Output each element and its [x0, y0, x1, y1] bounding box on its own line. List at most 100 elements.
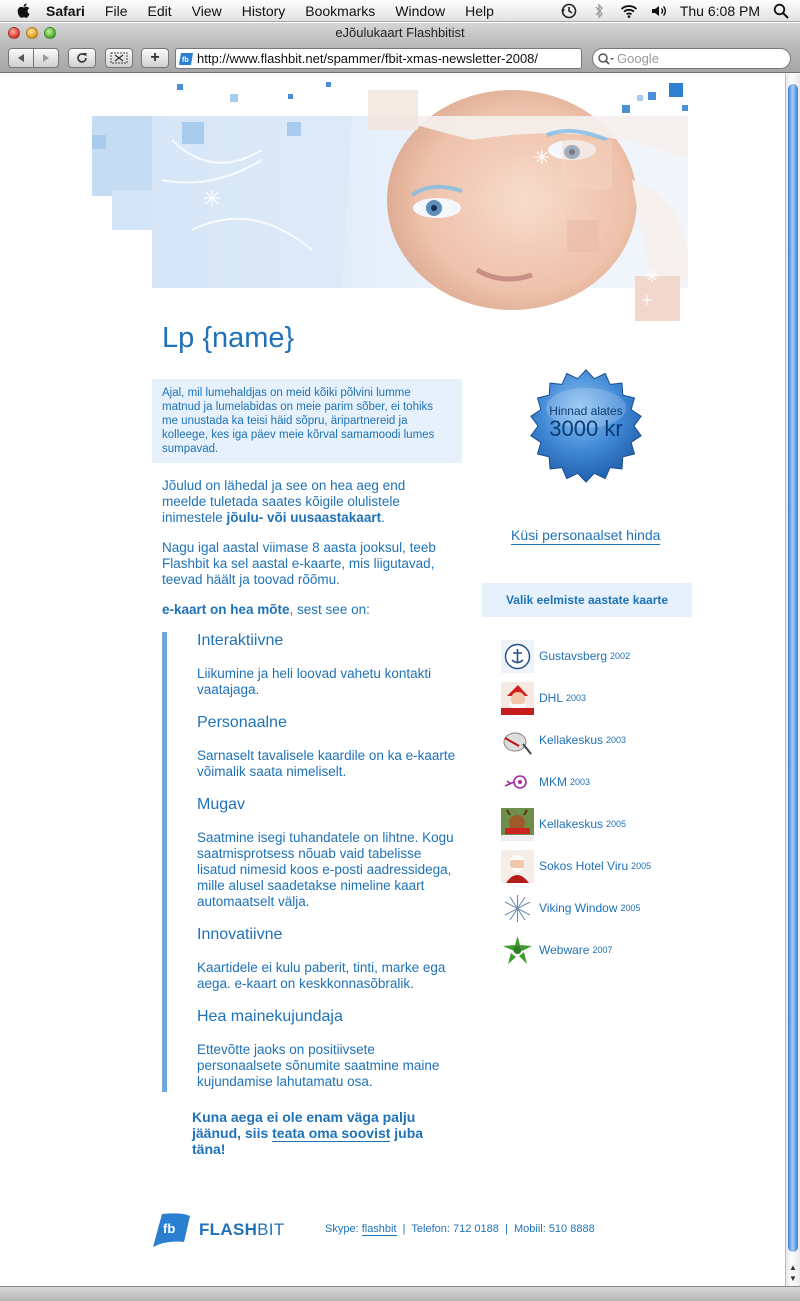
- feature-desc-reputation: Ettevõtte jaoks on positiivsete personaa…: [197, 1042, 440, 1089]
- card-link-dhl-2003[interactable]: DHL 2003: [501, 681, 586, 715]
- card-name: Webware: [539, 943, 590, 957]
- reload-icon: [77, 52, 87, 63]
- call-to-action: Kuna aega ei ole enam väga palju jäänud,…: [192, 1109, 452, 1157]
- santa-thumbnail-icon: [501, 681, 534, 715]
- greeting-heading: Lp {name}: [162, 322, 295, 354]
- menubar-clock[interactable]: Thu 6:08 PM: [680, 3, 760, 19]
- reload-button[interactable]: [68, 47, 96, 68]
- card-link-kellakeskus-2003[interactable]: Kellakeskus 2003: [501, 723, 626, 757]
- flashbit-logo-icon: fb: [153, 1213, 190, 1247]
- feature-title-innovative: Innovatiivne: [197, 926, 283, 943]
- flashbit-logo[interactable]: fb FLASHBIT: [152, 1212, 285, 1248]
- feature-desc-convenient: Saatmine isegi tuhandatele on lihtne. Ko…: [197, 830, 454, 909]
- skype-link[interactable]: flashbit: [361, 1223, 397, 1236]
- feature-desc-personal: Sarnaselt tavalisele kaardile on ka e-ka…: [197, 748, 456, 779]
- back-button[interactable]: [8, 47, 34, 68]
- scroll-down-arrow-icon[interactable]: ▼: [786, 1273, 800, 1284]
- search-icon: [598, 52, 614, 65]
- card-link-gustavsberg-2002[interactable]: Gustavsberg 2002: [501, 639, 630, 673]
- price-badge-amount: 3000 kr: [549, 416, 623, 441]
- scroll-up-arrow-icon[interactable]: ▲: [786, 1262, 800, 1273]
- search-field[interactable]: Google: [592, 48, 791, 69]
- card-year: 2005: [606, 819, 627, 829]
- card-name: Kellakeskus: [539, 817, 604, 831]
- card-link-mkm-2003[interactable]: MKM 2003: [501, 765, 590, 799]
- menu-history[interactable]: History: [242, 3, 286, 19]
- window-title: eJõulukaart Flashbitist: [335, 25, 465, 40]
- feature-desc-interactive: Liikumine ja heli loovad vahetu kontakti…: [197, 666, 432, 697]
- flashbit-favicon-icon: fb: [179, 52, 193, 65]
- menu-bookmarks[interactable]: Bookmarks: [305, 3, 375, 19]
- add-bookmark-button[interactable]: +: [141, 47, 169, 68]
- snowflake-thumbnail-icon: [501, 891, 534, 925]
- url-text: http://www.flashbit.net/spammer/fbit-xma…: [197, 51, 539, 66]
- card-name: MKM: [539, 775, 567, 789]
- menu-view[interactable]: View: [192, 3, 222, 19]
- mkm-thumbnail-icon: [501, 765, 534, 799]
- scrollbar-thumb[interactable]: [788, 84, 798, 1252]
- paragraph-good-idea-text: , sest see on:: [289, 602, 370, 617]
- volume-icon[interactable]: [650, 2, 668, 20]
- card-link-webware-2007[interactable]: Webware 2007: [501, 933, 613, 967]
- card-year: 2005: [631, 861, 652, 871]
- card-link-kellakeskus-2005[interactable]: Kellakeskus 2005: [501, 807, 626, 841]
- menu-edit[interactable]: Edit: [147, 3, 171, 19]
- card-name: Kellakeskus: [539, 733, 604, 747]
- webware-star-thumbnail-icon: [501, 933, 534, 967]
- forward-button[interactable]: [33, 47, 59, 68]
- cta-contact-link[interactable]: teata oma soovist: [272, 1125, 391, 1142]
- forward-arrow-icon: [43, 53, 49, 62]
- vertical-scrollbar[interactable]: ▲ ▼: [785, 74, 800, 1286]
- time-machine-icon[interactable]: [560, 2, 578, 20]
- menu-window[interactable]: Window: [395, 3, 445, 19]
- feature-title-reputation: Hea mainekujundaja: [197, 1008, 343, 1025]
- winter-banner-image: [92, 82, 689, 321]
- card-link-viking-window-2005[interactable]: Viking Window 2005: [501, 891, 641, 925]
- svg-text:fb: fb: [182, 57, 189, 64]
- spotlight-search-icon[interactable]: [772, 2, 790, 20]
- card-year: 2005: [620, 903, 641, 913]
- scissors-icon: [110, 52, 128, 63]
- web-page: Lp {name} Ajal, mil lumehaldjas on meid …: [0, 74, 785, 1286]
- paragraph-good-idea: e-kaart on hea mõte, sest see on:: [162, 602, 452, 618]
- feature-title-personal: Personaalne: [197, 714, 287, 731]
- zoom-window-button[interactable]: [44, 27, 56, 39]
- back-arrow-icon: [18, 53, 24, 62]
- flashbit-brand-name: FLASHBIT: [199, 1220, 285, 1240]
- reindeer-thumbnail-icon: [501, 807, 534, 841]
- phone-info: | Telefon: 712 0188 | Mobiil: 510 8888: [396, 1223, 595, 1235]
- search-placeholder: Google: [617, 51, 659, 66]
- brand-part-bit: BIT: [257, 1220, 285, 1239]
- webclip-button[interactable]: [105, 47, 133, 68]
- paragraph-christmas-bold: jõulu- või uusaastakaart: [226, 510, 382, 525]
- card-year: 2003: [606, 735, 627, 745]
- card-name: Viking Window: [539, 901, 618, 915]
- system-menubar: Safari File Edit View History Bookmarks …: [0, 0, 800, 22]
- window-bottom-bar: [0, 1286, 800, 1301]
- skype-label: Skype:: [325, 1223, 362, 1235]
- bluetooth-icon[interactable]: [590, 2, 608, 20]
- paragraph-good-idea-bold: e-kaart on hea mõte: [162, 602, 290, 617]
- menu-help[interactable]: Help: [465, 3, 494, 19]
- menu-app-safari[interactable]: Safari: [46, 3, 85, 19]
- card-year: 2007: [592, 945, 613, 955]
- intro-box: Ajal, mil lumehaldjas on meid kõiki põlv…: [152, 379, 462, 463]
- close-window-button[interactable]: [8, 27, 20, 39]
- ask-personal-price-link[interactable]: Küsi personaalset hinda: [511, 527, 661, 545]
- price-badge: Hinnad alates 3000 kr: [528, 368, 644, 484]
- previous-cards-heading: Valik eelmiste aastate kaarte: [482, 583, 692, 617]
- card-link-sokos-hotel-viru-2005[interactable]: Sokos Hotel Viru 2005: [501, 849, 651, 883]
- wifi-icon[interactable]: [620, 2, 638, 20]
- logo-mark-text: fb: [163, 1221, 175, 1236]
- paragraph-flashbit: Nagu igal aastal viimase 8 aasta jooksul…: [162, 540, 436, 587]
- footer-contact-info: Skype: flashbit | Telefon: 712 0188 | Mo…: [325, 1223, 595, 1236]
- card-name: DHL: [539, 691, 564, 705]
- card-year: 2003: [570, 777, 591, 787]
- card-name: Sokos Hotel Viru: [539, 859, 629, 873]
- paragraph-christmas-end: .: [381, 510, 385, 525]
- address-bar[interactable]: fb http://www.flashbit.net/spammer/fbit-…: [175, 48, 582, 69]
- feature-desc-innovative: Kaartidele ei kulu paberit, tinti, marke…: [197, 960, 446, 991]
- menu-file[interactable]: File: [105, 3, 128, 19]
- apple-menu-icon[interactable]: [16, 2, 32, 19]
- minimize-window-button[interactable]: [26, 27, 38, 39]
